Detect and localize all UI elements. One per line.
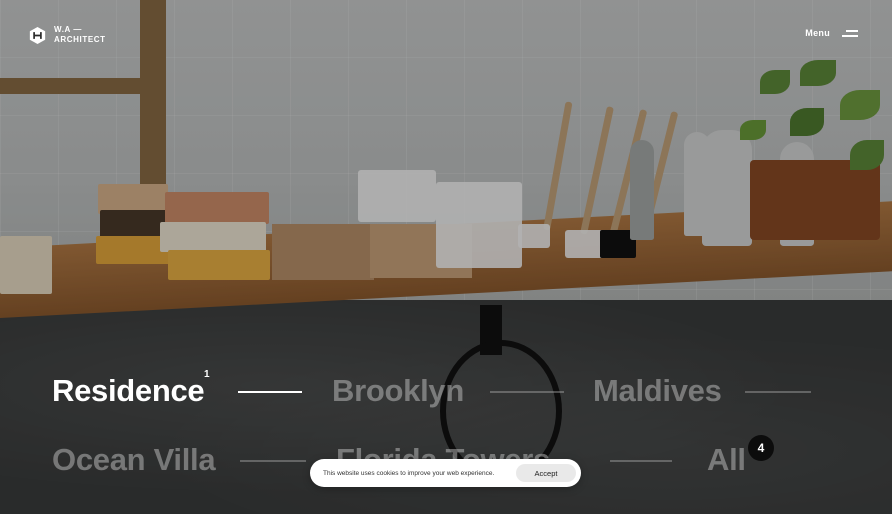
active-project-index: 1 (204, 369, 210, 380)
brand-logo[interactable]: W.A — ARCHITECT (29, 25, 114, 45)
brand-name: W.A — ARCHITECT (54, 25, 114, 45)
divider-line (240, 460, 306, 462)
project-link-ocean-villa[interactable]: Ocean Villa (52, 444, 216, 475)
active-divider-line (238, 391, 302, 393)
project-link-maldives[interactable]: Maldives (593, 375, 722, 406)
menu-button[interactable]: Menu (805, 28, 858, 38)
divider-line (490, 391, 564, 393)
project-link-residence[interactable]: Residence (52, 375, 205, 406)
cookie-message: This website uses cookies to improve you… (323, 469, 495, 477)
project-link-all[interactable]: All (707, 444, 746, 475)
divider-line (745, 391, 811, 393)
project-link-brooklyn[interactable]: Brooklyn (332, 375, 464, 406)
menu-label: Menu (805, 28, 830, 38)
brand-name-line2: ARCHITECT (54, 35, 106, 44)
project-count-badge: 4 (748, 435, 774, 461)
hexagon-logo-icon (29, 26, 46, 44)
cookie-banner: This website uses cookies to improve you… (310, 459, 581, 487)
accept-cookies-button[interactable]: Accept (516, 464, 576, 482)
hamburger-menu-icon (842, 28, 858, 38)
divider-line (610, 460, 672, 462)
brand-name-line1: W.A — (54, 25, 83, 34)
